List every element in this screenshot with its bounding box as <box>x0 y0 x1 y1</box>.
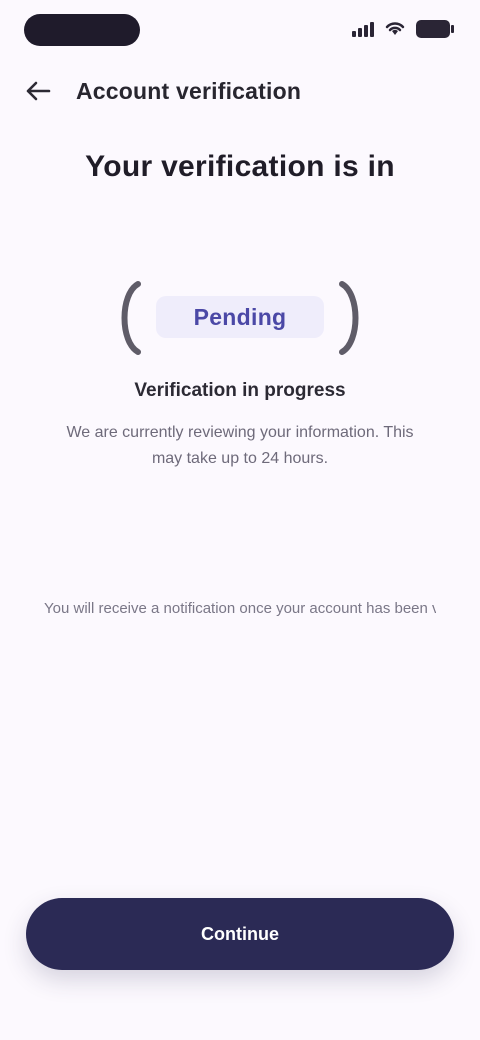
page-title: Your verification is in <box>85 150 395 183</box>
status-icons <box>352 20 454 38</box>
hint-text: You will receive a notification once you… <box>44 600 436 617</box>
signal-icon <box>352 22 374 37</box>
wifi-icon <box>385 22 405 35</box>
dynamic-island <box>24 14 140 46</box>
bracket-left-icon <box>121 281 141 355</box>
status-description: We are currently reviewing your informat… <box>66 424 414 467</box>
header: Account verification <box>0 66 480 116</box>
status-bar <box>0 0 480 66</box>
header-title: Account verification <box>76 78 302 104</box>
back-arrow-icon <box>26 81 51 101</box>
bracket-right-icon <box>339 281 359 355</box>
continue-button[interactable]: Continue <box>26 898 454 970</box>
battery-icon <box>416 20 454 38</box>
status-heading: Verification in progress <box>134 380 346 401</box>
back-button[interactable] <box>18 74 58 108</box>
status-block: Pending <box>110 278 370 358</box>
status-badge: Pending <box>156 296 324 338</box>
